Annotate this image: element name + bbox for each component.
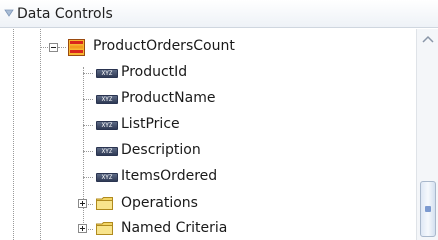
collapse-toggle[interactable] (49, 43, 58, 52)
scrollbar-grip-icon (425, 206, 431, 212)
tree-item-attribute[interactable]: Description (121, 142, 201, 158)
tree-connector (83, 151, 93, 152)
scrollbar-thumb[interactable] (420, 181, 436, 237)
vertical-scrollbar[interactable] (416, 29, 438, 240)
data-controls-panel: Data Controls ProductOrdersCount XYZ Pro… (0, 0, 438, 240)
tree-item-collection-label[interactable]: ProductOrdersCount (93, 38, 235, 54)
data-controls-header[interactable]: Data Controls (0, 0, 438, 28)
attribute-icon: XYZ (96, 173, 118, 182)
expand-toggle[interactable] (78, 199, 87, 208)
tree-item-attribute[interactable]: ProductName (121, 90, 215, 106)
attribute-icon: XYZ (96, 121, 118, 130)
tree-guide-level1 (40, 29, 41, 240)
tree-connector (83, 73, 93, 74)
tree-item-folder[interactable]: Operations (121, 195, 198, 211)
attribute-icon: XYZ (96, 95, 118, 104)
tree-guide-root (13, 29, 14, 240)
tree-connector (83, 177, 93, 178)
tree-connector (40, 47, 48, 48)
tree-item-folder[interactable]: Named Criteria (121, 220, 227, 236)
attribute-icon: XYZ (96, 69, 118, 78)
tree-item-attribute[interactable]: ItemsOrdered (121, 168, 217, 184)
expand-toggle[interactable] (78, 224, 87, 233)
scroll-up-arrow-icon[interactable] (422, 35, 434, 43)
tree-item-attribute[interactable]: ProductId (121, 64, 187, 80)
folder-icon (96, 197, 113, 210)
data-collection-icon (68, 39, 85, 56)
collapse-triangle-icon[interactable] (4, 8, 14, 18)
data-controls-tree: ProductOrdersCount XYZ ProductId XYZ Pro… (0, 29, 416, 240)
tree-connector (83, 125, 93, 126)
attribute-icon: XYZ (96, 147, 118, 156)
tree-connector (58, 47, 66, 48)
tree-connector (83, 99, 93, 100)
panel-title: Data Controls (17, 5, 113, 22)
folder-icon (96, 222, 113, 235)
tree-item-attribute[interactable]: ListPrice (121, 116, 180, 132)
